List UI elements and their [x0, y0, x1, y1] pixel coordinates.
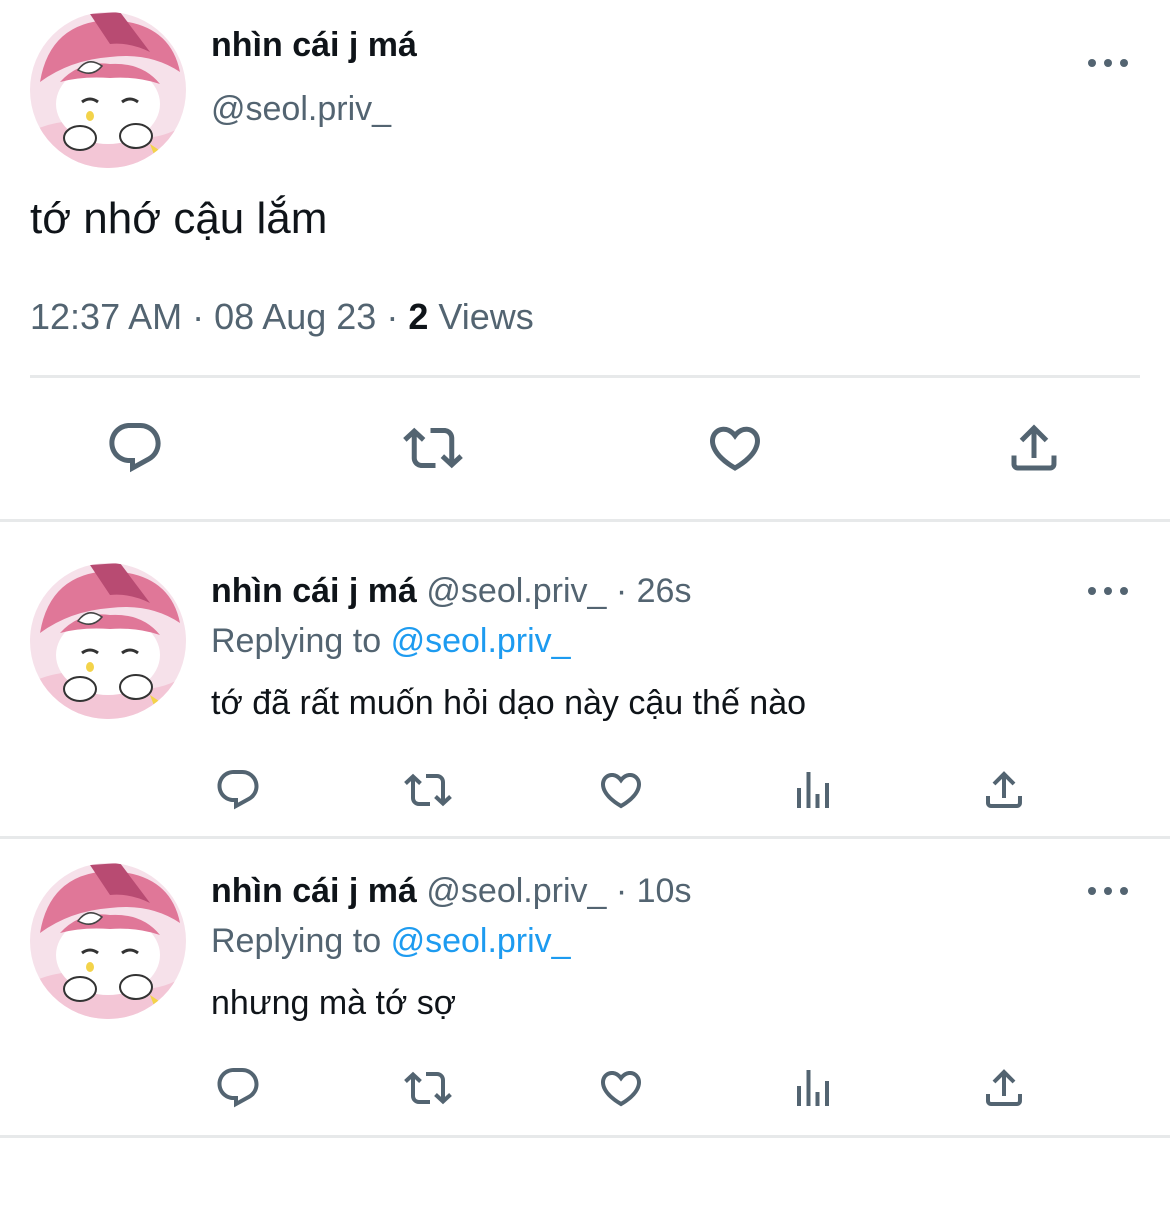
reply-icon[interactable]: [105, 418, 165, 478]
retweet-icon[interactable]: [404, 766, 452, 814]
views-count[interactable]: 2: [408, 296, 428, 337]
reply-icon[interactable]: [214, 1064, 262, 1112]
reply-text: tớ đã rất muốn hỏi dạo này cậu thế nào: [211, 684, 807, 722]
replying-handle-link[interactable]: @seol.priv_: [391, 622, 571, 660]
more-options-icon[interactable]: [1088, 579, 1128, 603]
tweet-meta: 12:37 AM · 08 Aug 23 · 2 Views: [30, 296, 534, 338]
avatar[interactable]: [30, 863, 186, 1019]
like-icon[interactable]: [597, 766, 645, 814]
reply-icon[interactable]: [214, 766, 262, 814]
handle-time[interactable]: @seol.priv_ · 10s: [426, 872, 691, 910]
share-icon[interactable]: [980, 766, 1028, 814]
replying-prefix: Replying to: [211, 922, 382, 960]
divider: [0, 1135, 1170, 1138]
retweet-icon[interactable]: [404, 1064, 452, 1112]
avatar[interactable]: [30, 563, 186, 719]
reply-header: nhìn cái j má @seol.priv_ · 10s: [211, 872, 691, 911]
divider: [0, 836, 1170, 839]
separator-dot: ·: [386, 296, 399, 337]
handle[interactable]: @seol.priv_: [211, 90, 391, 129]
like-icon[interactable]: [705, 418, 765, 478]
display-name[interactable]: nhìn cái j má: [211, 872, 417, 910]
more-options-icon[interactable]: [1088, 879, 1128, 903]
views-label[interactable]: Views: [438, 296, 533, 337]
reply-header: nhìn cái j má @seol.priv_ · 26s: [211, 572, 691, 611]
avatar[interactable]: [30, 12, 186, 168]
replying-to: Replying to @seol.priv_: [211, 622, 571, 661]
display-name[interactable]: nhìn cái j má: [211, 26, 417, 65]
like-icon[interactable]: [597, 1064, 645, 1112]
views-icon[interactable]: [789, 766, 837, 814]
tweet-date[interactable]: 08 Aug 23: [214, 296, 376, 337]
share-icon[interactable]: [1004, 418, 1064, 478]
tweet-time[interactable]: 12:37 AM: [30, 296, 182, 337]
divider: [30, 375, 1140, 378]
separator-dot: ·: [192, 296, 205, 337]
replying-handle-link[interactable]: @seol.priv_: [391, 922, 571, 960]
replying-prefix: Replying to: [211, 622, 382, 660]
views-icon[interactable]: [789, 1064, 837, 1112]
more-options-icon[interactable]: [1088, 51, 1128, 75]
share-icon[interactable]: [980, 1064, 1028, 1112]
retweet-icon[interactable]: [403, 418, 463, 478]
tweet-text: tớ nhớ cậu lắm: [30, 194, 328, 243]
replying-to: Replying to @seol.priv_: [211, 922, 571, 961]
handle-time[interactable]: @seol.priv_ · 26s: [426, 572, 691, 610]
display-name[interactable]: nhìn cái j má: [211, 572, 417, 610]
divider: [0, 519, 1170, 522]
reply-text: nhưng mà tớ sợ: [211, 984, 457, 1022]
